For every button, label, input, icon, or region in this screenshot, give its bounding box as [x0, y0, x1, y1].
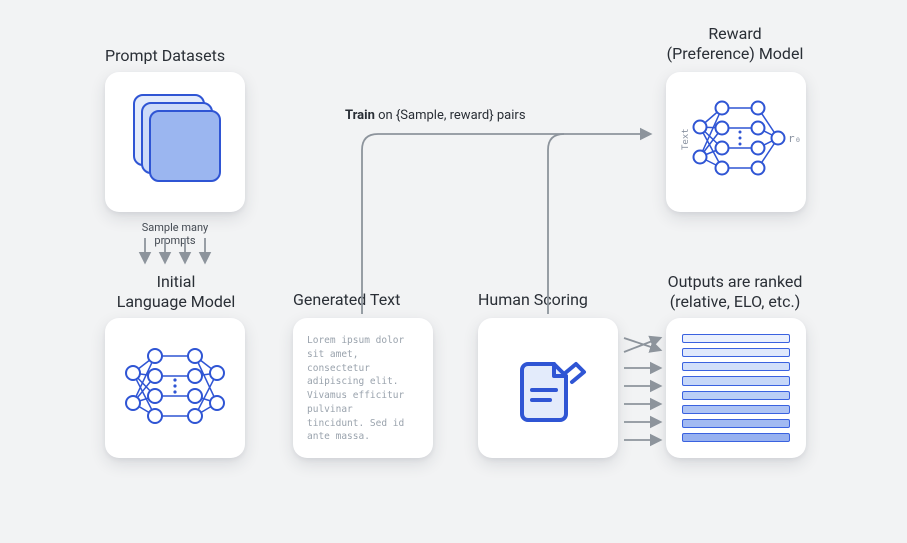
card-prompt-datasets: [105, 72, 245, 212]
reward-model-input-label: Text: [681, 128, 691, 150]
rank-bar: [682, 405, 790, 414]
card-reward-model: Text r₀: [666, 72, 806, 212]
card-initial-lm: [105, 318, 245, 458]
rank-bar: [682, 348, 790, 357]
title-reward-model: Reward (Preference) Model: [645, 24, 825, 64]
card-human-scoring: [478, 318, 618, 458]
card-ranked-outputs: [666, 318, 806, 458]
diagram-stage: { "titles": { "prompt_datasets": "Prompt…: [0, 0, 907, 543]
rank-bar: [682, 362, 790, 371]
neural-net-icon: [105, 318, 245, 458]
rank-bar: [682, 334, 790, 343]
label-train-on-pairs: Train on {Sample, reward} pairs: [345, 108, 526, 123]
rank-bar: [682, 376, 790, 385]
rank-bar: [682, 433, 790, 442]
rank-bar: [682, 391, 790, 400]
ranked-bars-icon: [682, 334, 790, 442]
rank-bar: [682, 419, 790, 428]
title-ranked-outputs: Outputs are ranked (relative, ELO, etc.): [650, 272, 820, 312]
label-sample-prompts: Sample many prompts: [120, 221, 230, 247]
dataset-stack-icon: [149, 110, 221, 182]
card-generated-text: Lorem ipsum dolor sit amet, consectetur …: [293, 318, 433, 458]
title-prompt-datasets: Prompt Datasets: [105, 46, 265, 66]
generated-text-body: Lorem ipsum dolor sit amet, consectetur …: [307, 334, 419, 442]
arrows-to-ranked: [624, 338, 660, 440]
reward-model-output-symbol: r₀: [788, 132, 801, 145]
arrow-train-bus: [362, 134, 650, 314]
title-initial-lm: Initial Language Model: [101, 272, 251, 312]
title-human-scoring: Human Scoring: [478, 290, 638, 310]
neural-net-icon: Text r₀: [666, 72, 806, 212]
document-edit-icon: [478, 318, 618, 458]
title-generated-text: Generated Text: [293, 290, 453, 310]
